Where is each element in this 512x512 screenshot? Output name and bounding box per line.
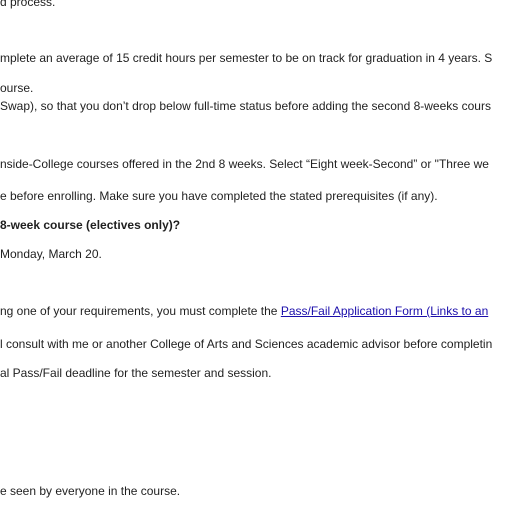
text-line-prerequisites: e before enrolling. Make sure you have c… <box>0 189 438 203</box>
text-line-credit-hours: mplete an average of 15 credit hours per… <box>0 51 493 65</box>
pass-fail-application-link[interactable]: Pass/Fail Application Form (Links to an <box>281 304 488 318</box>
text-line-pass-fail-deadline: al Pass/Fail deadline for the semester a… <box>0 366 272 380</box>
text-line-process: d process. <box>0 0 56 9</box>
text-line-course: ourse. <box>0 81 34 95</box>
announcement-page: d process. mplete an average of 15 credi… <box>0 0 512 512</box>
heading-8-week-course: 8-week course (electives only)? <box>0 218 181 232</box>
pass-fail-text: ng one of your requirements, you must co… <box>0 304 281 318</box>
text-line-deadline-date: Monday, March 20. <box>0 247 102 261</box>
text-line-visibility-notice: e seen by everyone in the course. <box>0 484 181 498</box>
text-line-consult-advisor: l consult with me or another College of … <box>0 337 493 351</box>
text-line-pass-fail-requirement: ng one of your requirements, you must co… <box>0 303 488 319</box>
text-line-full-time-status: Swap), so that you don’t drop below full… <box>0 99 491 113</box>
text-line-inside-college-courses: nside-College courses offered in the 2nd… <box>0 157 489 171</box>
